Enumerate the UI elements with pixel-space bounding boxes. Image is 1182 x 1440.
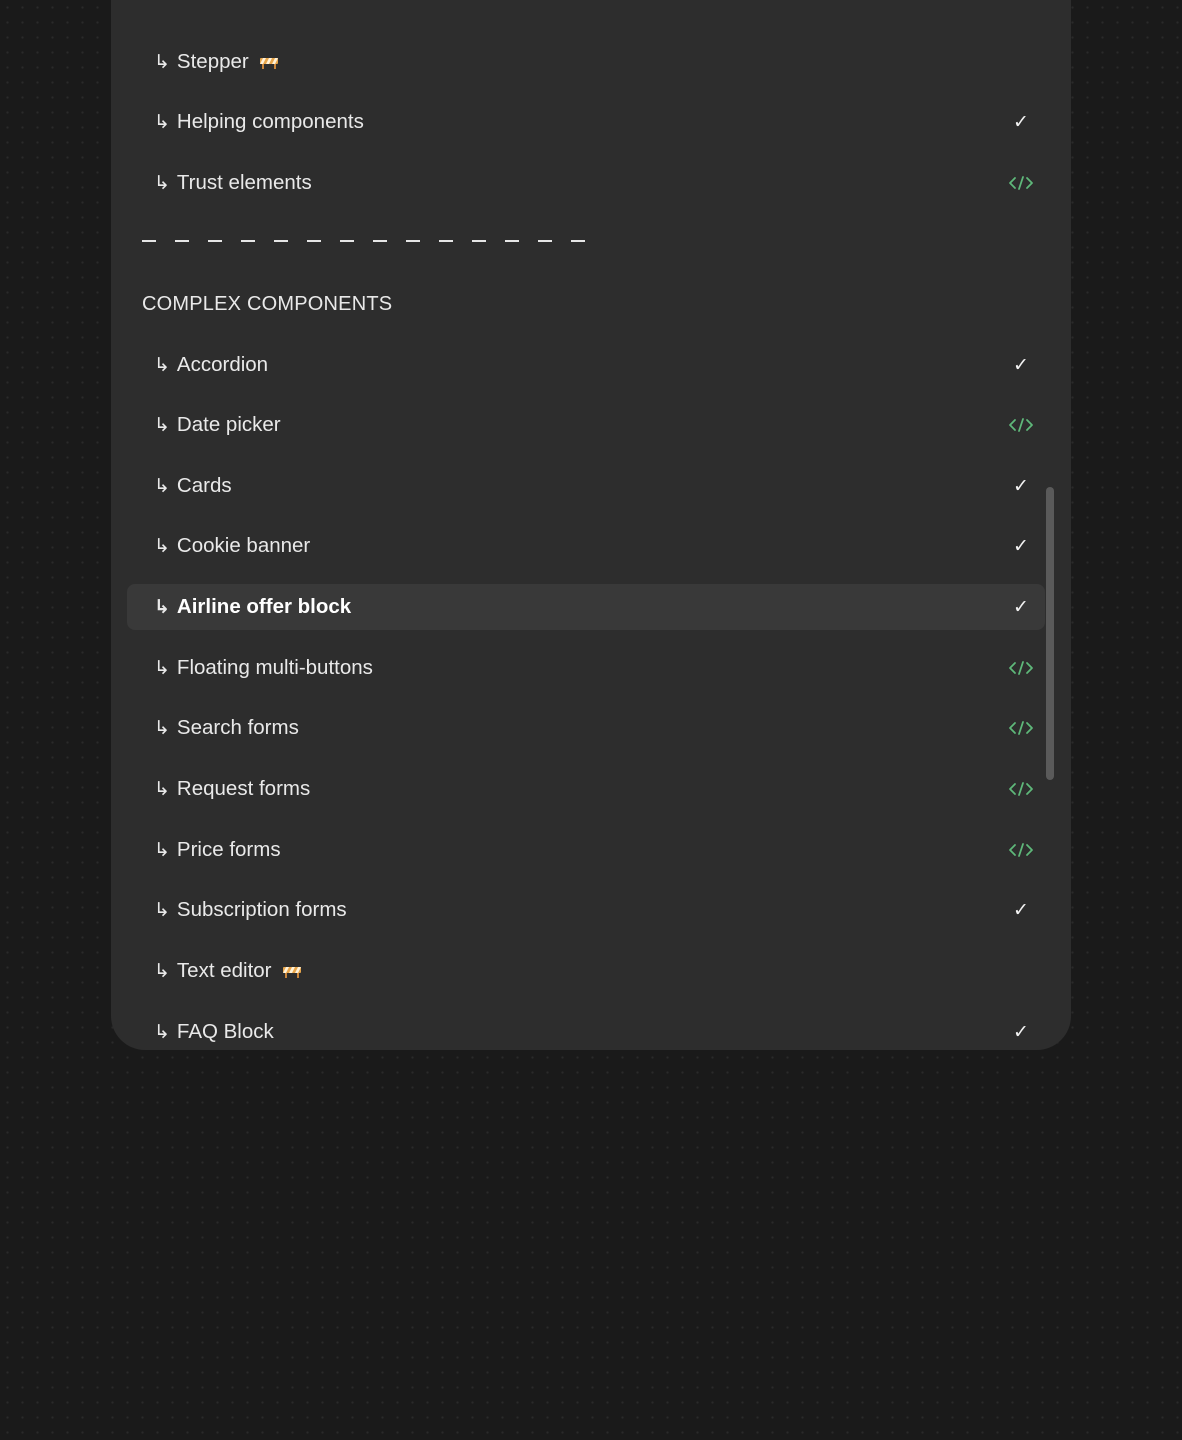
arrow-icon: ↳ bbox=[154, 354, 170, 376]
code-icon bbox=[1009, 418, 1033, 432]
arrow-icon: ↳ bbox=[154, 839, 170, 861]
menu-item-label: Stepper bbox=[176, 50, 249, 73]
menu-item-faq-block[interactable]: ↳ FAQ Block ✓ bbox=[127, 1009, 1045, 1050]
menu-item-label: Text editor bbox=[176, 959, 272, 982]
menu-item-label: Request forms bbox=[176, 777, 311, 800]
check-icon: ✓ bbox=[1013, 535, 1029, 557]
arrow-icon: ↳ bbox=[154, 535, 170, 557]
check-icon: ✓ bbox=[1013, 354, 1029, 376]
menu-item-search-forms[interactable]: ↳ Search forms bbox=[127, 705, 1045, 751]
arrow-icon: ↳ bbox=[154, 51, 170, 73]
arrow-icon: ↳ bbox=[154, 414, 170, 436]
arrow-icon: ↳ bbox=[154, 778, 170, 800]
check-icon: ✓ bbox=[1013, 475, 1029, 497]
check-icon: ✓ bbox=[1013, 111, 1029, 133]
arrow-icon: ↳ bbox=[154, 111, 170, 133]
construction-barrier-icon bbox=[259, 58, 278, 69]
menu-item-airline-offer-block[interactable]: ↳ Airline offer block ✓ bbox=[127, 584, 1045, 630]
menu-item-label: Floating multi-buttons bbox=[176, 656, 373, 679]
menu-item-label: FAQ Block bbox=[176, 1020, 274, 1043]
code-icon bbox=[1009, 721, 1033, 735]
arrow-icon: ↳ bbox=[154, 475, 170, 497]
check-icon: ✓ bbox=[1013, 596, 1029, 618]
menu-item-label: Cookie banner bbox=[176, 534, 311, 557]
arrow-icon: ↳ bbox=[154, 172, 170, 194]
arrow-icon: ↳ bbox=[154, 717, 170, 739]
menu-item-label: Accordion bbox=[176, 353, 269, 376]
menu-item-trust-elements[interactable]: ↳ Trust elements bbox=[127, 160, 1045, 206]
code-icon bbox=[1009, 782, 1033, 796]
menu-item-label: Date picker bbox=[176, 413, 281, 436]
menu-item-accordion[interactable]: ↳ Accordion ✓ bbox=[127, 342, 1045, 388]
scrollbar-thumb[interactable] bbox=[1046, 487, 1054, 780]
check-icon: ✓ bbox=[1013, 899, 1029, 921]
navigation-panel: ↳ Stepper ↳ Helping components ✓ ↳ Trust… bbox=[111, 0, 1071, 1050]
menu-item-stepper[interactable]: ↳ Stepper bbox=[127, 39, 1045, 85]
menu-item-label: Search forms bbox=[176, 716, 299, 739]
menu-item-label: Airline offer block bbox=[176, 595, 352, 618]
section-divider bbox=[142, 231, 592, 251]
menu-item-date-picker[interactable]: ↳ Date picker bbox=[127, 402, 1045, 448]
code-icon bbox=[1009, 661, 1033, 675]
menu-item-price-forms[interactable]: ↳ Price forms bbox=[127, 827, 1045, 873]
menu-item-helping-components[interactable]: ↳ Helping components ✓ bbox=[127, 99, 1045, 145]
menu-item-subscription-forms[interactable]: ↳ Subscription forms ✓ bbox=[127, 887, 1045, 933]
arrow-icon: ↳ bbox=[154, 899, 170, 921]
menu-item-text-editor[interactable]: ↳ Text editor bbox=[127, 948, 1045, 994]
menu-item-request-forms[interactable]: ↳ Request forms bbox=[127, 766, 1045, 812]
menu-item-label: Helping components bbox=[176, 110, 364, 133]
menu-item-label: Price forms bbox=[176, 838, 281, 861]
menu-item-cookie-banner[interactable]: ↳ Cookie banner ✓ bbox=[127, 523, 1045, 569]
menu-item-label: Trust elements bbox=[176, 171, 312, 194]
code-icon bbox=[1009, 176, 1033, 190]
check-icon: ✓ bbox=[1013, 1021, 1029, 1043]
menu-item-cards[interactable]: ↳ Cards ✓ bbox=[127, 463, 1045, 509]
menu-item-label: Cards bbox=[176, 474, 232, 497]
menu-item-label: Subscription forms bbox=[176, 898, 347, 921]
arrow-icon: ↳ bbox=[154, 1021, 170, 1043]
code-icon bbox=[1009, 843, 1033, 857]
arrow-icon: ↳ bbox=[154, 657, 170, 679]
arrow-icon: ↳ bbox=[154, 596, 170, 618]
section-heading: COMPLEX COMPONENTS bbox=[142, 293, 393, 315]
menu-item-floating-multi-buttons[interactable]: ↳ Floating multi-buttons bbox=[127, 645, 1045, 691]
construction-barrier-icon bbox=[282, 967, 301, 978]
arrow-icon: ↳ bbox=[154, 960, 170, 982]
